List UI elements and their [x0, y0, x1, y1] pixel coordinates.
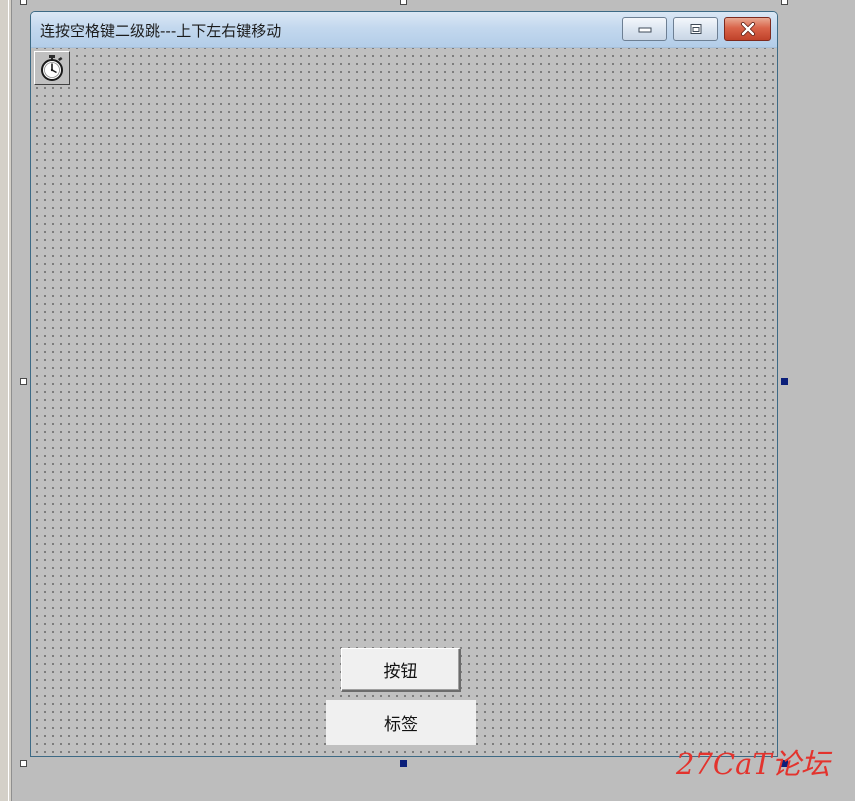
close-button[interactable]	[724, 17, 771, 41]
window-title: 连按空格键二级跳---上下左右键移动	[40, 22, 282, 40]
minimize-button[interactable]	[622, 17, 667, 41]
selection-handle-bottom-middle[interactable]	[400, 760, 407, 767]
selection-handle-middle-right[interactable]	[781, 378, 788, 385]
timer-component[interactable]	[34, 51, 70, 85]
stopwatch-icon	[41, 55, 63, 81]
selection-handle-top-middle[interactable]	[400, 0, 407, 5]
close-icon	[740, 22, 755, 36]
push-button[interactable]: 按钮	[341, 648, 461, 692]
minimize-icon	[638, 27, 651, 33]
selection-handle-top-left[interactable]	[20, 0, 27, 5]
selection-handle-top-right[interactable]	[781, 0, 788, 5]
static-label[interactable]: 标签	[326, 700, 476, 745]
maximize-icon	[690, 24, 701, 34]
maximize-button[interactable]	[673, 17, 718, 41]
title-bar[interactable]: 连按空格键二级跳---上下左右键移动	[31, 12, 777, 48]
selection-handle-middle-left[interactable]	[20, 378, 27, 385]
ide-left-panel	[0, 0, 12, 801]
form-client-area[interactable]: 按钮 标签	[31, 48, 777, 756]
design-form-window[interactable]: 连按空格键二级跳---上下左右键移动 按钮 标签	[30, 11, 778, 757]
watermark-text: 27CaT论坛	[676, 747, 830, 781]
selection-handle-bottom-left[interactable]	[20, 760, 27, 767]
